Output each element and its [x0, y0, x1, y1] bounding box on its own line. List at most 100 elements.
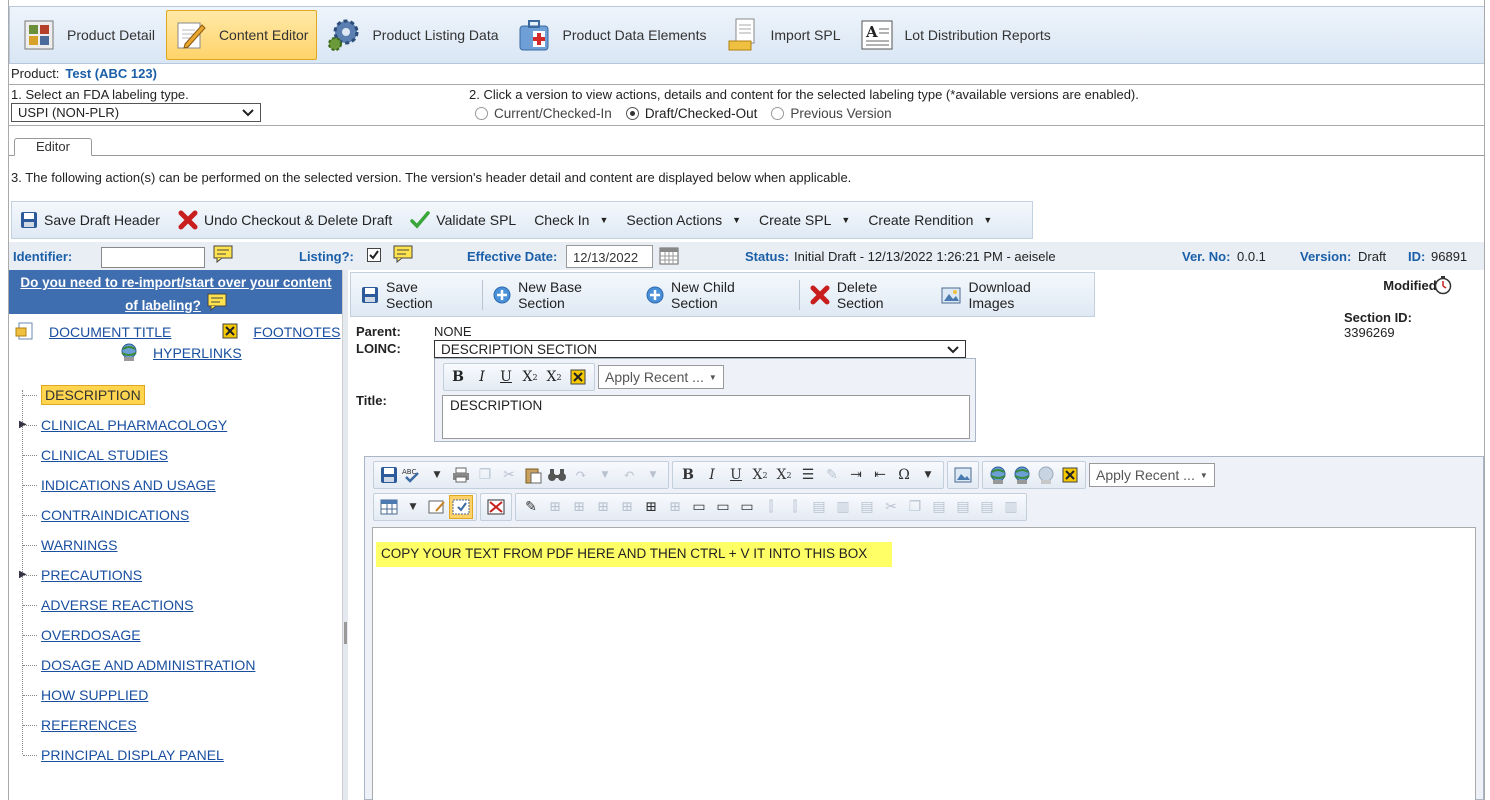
tree-item-label[interactable]: CLINICAL PHARMACOLOGY — [41, 417, 227, 433]
document-title-link[interactable]: DOCUMENT TITLE — [49, 324, 171, 340]
cut-row-icon[interactable]: ✂ — [879, 495, 903, 519]
create-spl-dropdown[interactable]: Create SPL ▼ — [759, 212, 850, 228]
subscript-button[interactable]: X2 — [519, 366, 541, 388]
panel-splitter[interactable] — [342, 270, 348, 800]
title-apply-recent-dropdown[interactable]: Apply Recent ... ▼ — [598, 365, 724, 389]
table-grid-icon[interactable]: ⊞ — [639, 495, 663, 519]
reimport-link[interactable]: Do you need to re-import/start over your… — [9, 270, 343, 314]
footnote-icon[interactable] — [567, 366, 589, 388]
nav-lot-distribution-reports[interactable]: A Lot Distribution Reports — [852, 10, 1060, 60]
tree-item-label[interactable]: HOW SUPPLIED — [41, 687, 148, 703]
superscript-button[interactable]: X2 — [772, 463, 796, 487]
insert-column-icon[interactable]: ⊞ — [591, 495, 615, 519]
caret-down-icon[interactable]: ▼ — [425, 463, 449, 487]
paste-row-before-icon[interactable]: ▤ — [927, 495, 951, 519]
insert-table-icon[interactable] — [377, 495, 401, 519]
remove-link-icon[interactable] — [1034, 463, 1058, 487]
show-table-borders-icon[interactable] — [449, 495, 473, 519]
caret-down-icon[interactable]: ▼ — [916, 463, 940, 487]
tree-item-label[interactable]: OVERDOSAGE — [41, 627, 141, 643]
labeling-type-select[interactable]: USPI (NON-PLR) — [11, 103, 261, 122]
save-draft-header-button[interactable]: Save Draft Header — [20, 211, 160, 229]
comment-icon[interactable] — [393, 245, 413, 266]
bold-button[interactable]: B — [447, 366, 469, 388]
effective-date-input[interactable]: 12/13/2022 — [566, 245, 653, 268]
editor-apply-recent-dropdown[interactable]: Apply Recent ... ▼ — [1089, 463, 1215, 487]
delete-row-icon[interactable]: ▥ — [831, 495, 855, 519]
save-section-button[interactable]: Save Section — [361, 279, 468, 311]
tree-item-clinical-pharmacology[interactable]: ▶ CLINICAL PHARMACOLOGY — [19, 410, 339, 440]
merge-cells-icon[interactable]: ⊞ — [543, 495, 567, 519]
align-left-icon[interactable]: ▭ — [687, 495, 711, 519]
tree-item-label[interactable]: PRINCIPAL DISPLAY PANEL — [41, 747, 224, 763]
listing-checkbox[interactable] — [367, 248, 381, 262]
delete-table-icon[interactable] — [484, 495, 508, 519]
tree-item-description[interactable]: DESCRIPTION — [19, 380, 339, 410]
indent-icon[interactable]: ⇥ — [844, 463, 868, 487]
italic-button[interactable]: I — [700, 463, 724, 487]
comment-icon[interactable] — [213, 245, 233, 266]
undo-icon[interactable]: ↶ — [617, 463, 641, 487]
insert-image-icon[interactable] — [951, 463, 975, 487]
tree-item-label[interactable]: CLINICAL STUDIES — [41, 447, 168, 463]
radio-draft[interactable]: Draft/Checked-Out — [625, 106, 757, 121]
calendar-icon[interactable] — [659, 247, 679, 268]
radio-previous[interactable]: Previous Version — [771, 106, 892, 121]
tree-item-references[interactable]: REFERENCES — [19, 710, 339, 740]
footnotes-link[interactable]: FOOTNOTES — [253, 324, 340, 340]
table-properties-icon[interactable] — [425, 495, 449, 519]
insert-column-before-icon[interactable]: ⫿ — [759, 495, 783, 519]
row-props-icon[interactable]: ▤ — [855, 495, 879, 519]
print-icon[interactable] — [449, 463, 473, 487]
radio-current[interactable]: Current/Checked-In — [475, 106, 612, 121]
new-child-section-button[interactable]: New Child Section — [646, 279, 785, 311]
validate-spl-button[interactable]: Validate SPL — [410, 211, 516, 229]
tree-item-label[interactable]: CONTRAINDICATIONS — [41, 507, 189, 523]
tree-item-clinical-studies[interactable]: CLINICAL STUDIES — [19, 440, 339, 470]
tree-item-precautions[interactable]: ▶ PRECAUTIONS — [19, 560, 339, 590]
cut-icon[interactable]: ✂ — [497, 463, 521, 487]
insert-link-icon[interactable] — [986, 463, 1010, 487]
download-images-button[interactable]: Download Images — [941, 279, 1080, 311]
tree-item-adverse-reactions[interactable]: ADVERSE REACTIONS — [19, 590, 339, 620]
align-right-icon[interactable]: ▭ — [735, 495, 759, 519]
special-character-icon[interactable]: Ω — [892, 463, 916, 487]
copy-row-icon[interactable]: ❐ — [903, 495, 927, 519]
tab-editor[interactable]: Editor — [14, 138, 92, 156]
loinc-select[interactable]: DESCRIPTION SECTION — [434, 340, 966, 358]
paste-row-icon[interactable]: ▤ — [975, 495, 999, 519]
cell-properties-icon[interactable]: ✎ — [519, 495, 543, 519]
find-icon[interactable] — [545, 463, 569, 487]
undo-checkout-button[interactable]: Undo Checkout & Delete Draft — [178, 210, 392, 230]
tree-item-label[interactable]: WARNINGS — [41, 537, 117, 553]
bold-button[interactable]: B — [676, 463, 700, 487]
new-base-section-button[interactable]: New Base Section — [493, 279, 632, 311]
nav-product-data-elements[interactable]: Product Data Elements — [510, 10, 716, 60]
tree-item-how-supplied[interactable]: HOW SUPPLIED — [19, 680, 339, 710]
check-in-dropdown[interactable]: Check In ▼ — [534, 212, 608, 228]
copy-icon[interactable]: ❐ — [473, 463, 497, 487]
caret-down-icon[interactable]: ▼ — [401, 495, 425, 519]
save-icon[interactable] — [377, 463, 401, 487]
highlight-icon[interactable]: ✎ — [820, 463, 844, 487]
cell-border-icon[interactable]: ⊞ — [663, 495, 687, 519]
underline-button[interactable]: U — [495, 366, 517, 388]
tree-item-dosage[interactable]: DOSAGE AND ADMINISTRATION — [19, 650, 339, 680]
footnote-icon[interactable] — [1058, 463, 1082, 487]
align-center-icon[interactable]: ▭ — [711, 495, 735, 519]
stopwatch-icon[interactable] — [1433, 275, 1453, 298]
tree-item-label[interactable]: ADVERSE REACTIONS — [41, 597, 193, 613]
delete-section-button[interactable]: Delete Section — [810, 279, 928, 311]
underline-button[interactable]: U — [724, 463, 748, 487]
superscript-button[interactable]: X2 — [543, 366, 565, 388]
tree-item-contraindications[interactable]: CONTRAINDICATIONS — [19, 500, 339, 530]
outdent-icon[interactable]: ⇤ — [868, 463, 892, 487]
tree-item-label[interactable]: REFERENCES — [41, 717, 137, 733]
splitter-handle[interactable] — [344, 622, 347, 644]
tree-item-indications[interactable]: INDICATIONS AND USAGE — [19, 470, 339, 500]
hyperlinks-link[interactable]: HYPERLINKS — [153, 345, 242, 361]
create-rendition-dropdown[interactable]: Create Rendition ▼ — [868, 212, 992, 228]
nav-content-editor[interactable]: Content Editor — [165, 10, 318, 60]
paste-column-icon[interactable]: ▥ — [999, 495, 1023, 519]
subscript-button[interactable]: X2 — [748, 463, 772, 487]
